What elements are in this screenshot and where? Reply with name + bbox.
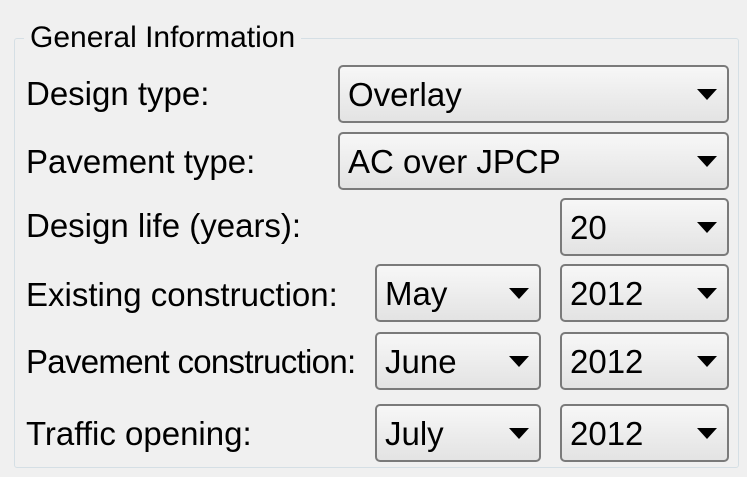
design-type-label: Design type: (26, 75, 210, 112)
design-life-dropdown[interactable]: 20 (560, 198, 729, 256)
traffic-opening-month-value: July (385, 415, 444, 452)
chevron-down-icon (509, 288, 529, 299)
chevron-down-icon (697, 156, 717, 167)
pavement-construction-year-value: 2012 (570, 343, 644, 380)
traffic-opening-year-value: 2012 (570, 415, 644, 452)
chevron-down-icon (697, 288, 717, 299)
existing-construction-year-dropdown[interactable]: 2012 (560, 264, 729, 322)
pavement-type-label: Pavement type: (26, 143, 256, 180)
pavement-construction-label: Pavement construction: (26, 343, 356, 380)
pavement-construction-month-dropdown[interactable]: June (375, 332, 541, 390)
chevron-down-icon (697, 428, 717, 439)
existing-construction-month-dropdown[interactable]: May (375, 264, 541, 322)
pavement-construction-year-dropdown[interactable]: 2012 (560, 332, 729, 390)
design-life-value: 20 (570, 209, 607, 246)
chevron-down-icon (509, 428, 529, 439)
general-information-panel: General Information Design type: Overlay… (0, 0, 747, 477)
traffic-opening-year-dropdown[interactable]: 2012 (560, 404, 729, 462)
design-type-value: Overlay (348, 76, 462, 113)
existing-construction-month-value: May (385, 275, 448, 312)
group-title: General Information (24, 18, 302, 58)
design-type-dropdown[interactable]: Overlay (338, 65, 729, 123)
existing-construction-year-value: 2012 (570, 275, 644, 312)
pavement-construction-month-value: June (385, 343, 457, 380)
chevron-down-icon (697, 356, 717, 367)
chevron-down-icon (697, 222, 717, 233)
design-life-label: Design life (years): (26, 207, 302, 244)
traffic-opening-label: Traffic opening: (26, 415, 252, 452)
existing-construction-label: Existing construction: (26, 276, 338, 313)
chevron-down-icon (509, 356, 529, 367)
pavement-type-dropdown[interactable]: AC over JPCP (338, 132, 729, 190)
pavement-type-value: AC over JPCP (348, 143, 561, 180)
chevron-down-icon (697, 89, 717, 100)
traffic-opening-month-dropdown[interactable]: July (375, 404, 541, 462)
